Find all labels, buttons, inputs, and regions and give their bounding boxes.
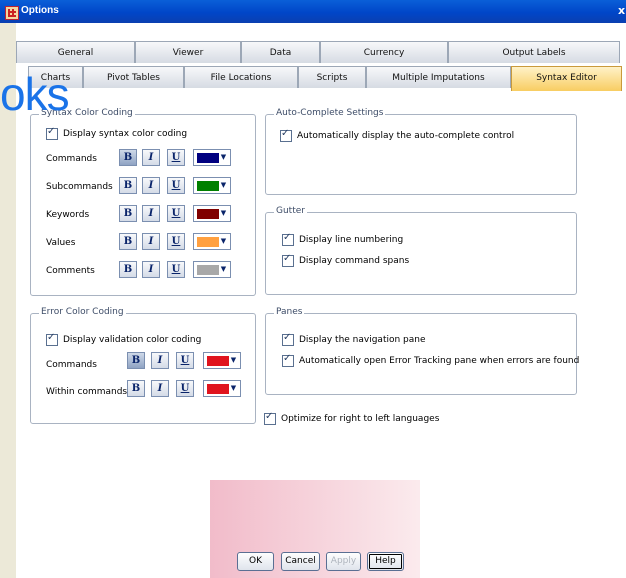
- app-icon: [5, 6, 19, 20]
- comments-label: Comments: [46, 266, 95, 276]
- color-swatch: [197, 153, 219, 163]
- underline-button[interactable]: U: [176, 352, 194, 369]
- underline-button[interactable]: U: [176, 380, 194, 397]
- checkbox-icon[interactable]: [46, 126, 58, 140]
- title-bar: Options x: [0, 0, 626, 23]
- subcommands-color-picker[interactable]: ▼: [193, 177, 231, 194]
- italic-button[interactable]: I: [142, 261, 160, 278]
- chevron-down-icon: ▼: [220, 265, 227, 273]
- help-button[interactable]: Help: [367, 552, 404, 571]
- tab-scripts[interactable]: Scripts: [298, 66, 366, 88]
- checkbox-icon[interactable]: [280, 128, 292, 142]
- color-swatch: [197, 209, 219, 219]
- bold-button[interactable]: B: [127, 380, 145, 397]
- checkbox-label: Display syntax color coding: [63, 129, 188, 139]
- italic-button[interactable]: I: [142, 177, 160, 194]
- group-title: Error Color Coding: [39, 307, 126, 317]
- italic-button[interactable]: I: [151, 380, 169, 397]
- auto-complete-checkbox[interactable]: Automatically display the auto-complete …: [280, 128, 515, 142]
- underline-button[interactable]: U: [167, 149, 185, 166]
- italic-button[interactable]: I: [151, 352, 169, 369]
- italic-button[interactable]: I: [142, 233, 160, 250]
- checkbox-label: Automatically display the auto-complete …: [297, 131, 515, 141]
- within-commands-label: Within commands: [46, 387, 128, 397]
- rtl-languages-checkbox[interactable]: Optimize for right to left languages: [264, 411, 440, 425]
- display-syntax-color-checkbox[interactable]: Display syntax color coding: [46, 126, 188, 140]
- checkbox-label: Automatically open Error Tracking pane w…: [299, 356, 580, 366]
- underline-button[interactable]: U: [167, 177, 185, 194]
- underline-button[interactable]: U: [167, 233, 185, 250]
- checkbox-icon[interactable]: [282, 332, 294, 346]
- checkbox-icon[interactable]: [46, 332, 58, 346]
- command-spans-checkbox[interactable]: Display command spans: [282, 253, 410, 267]
- group-title: Auto-Complete Settings: [274, 108, 386, 118]
- tab-multiple-imputations[interactable]: Multiple Imputations: [366, 66, 511, 88]
- commands-label: Commands: [46, 154, 97, 164]
- tab-viewer[interactable]: Viewer: [135, 41, 241, 63]
- checkbox-label: Display the navigation pane: [299, 335, 426, 345]
- values-color-picker[interactable]: ▼: [193, 233, 231, 250]
- group-title: Panes: [274, 307, 305, 317]
- bold-button[interactable]: B: [119, 233, 137, 250]
- checkbox-icon[interactable]: [282, 232, 294, 246]
- underline-button[interactable]: U: [167, 261, 185, 278]
- gutter-group: Gutter: [265, 206, 577, 295]
- chevron-down-icon: ▼: [230, 356, 237, 364]
- subcommands-label: Subcommands: [46, 182, 113, 192]
- watermark-overlay: oks: [0, 68, 70, 120]
- panes-group: Panes: [265, 307, 577, 395]
- window-title: Options: [21, 5, 59, 16]
- checkbox-label: Optimize for right to left languages: [281, 414, 440, 424]
- italic-button[interactable]: I: [142, 149, 160, 166]
- keywords-color-picker[interactable]: ▼: [193, 205, 231, 222]
- close-icon[interactable]: x: [618, 4, 625, 17]
- italic-button[interactable]: I: [142, 205, 160, 222]
- checkbox-label: Display command spans: [299, 256, 410, 266]
- commands-color-picker[interactable]: ▼: [193, 149, 231, 166]
- group-title: Gutter: [274, 206, 307, 216]
- error-commands-label: Commands: [46, 360, 97, 370]
- checkbox-label: Display line numbering: [299, 235, 404, 245]
- color-swatch: [207, 384, 229, 394]
- tab-general[interactable]: General: [16, 41, 135, 63]
- navigation-pane-checkbox[interactable]: Display the navigation pane: [282, 332, 426, 346]
- checkbox-icon[interactable]: [282, 253, 294, 267]
- ok-button[interactable]: OK: [237, 552, 274, 571]
- chevron-down-icon: ▼: [220, 181, 227, 189]
- line-numbering-checkbox[interactable]: Display line numbering: [282, 232, 404, 246]
- checkbox-label: Display validation color coding: [63, 335, 202, 345]
- underline-button[interactable]: U: [167, 205, 185, 222]
- chevron-down-icon: ▼: [220, 209, 227, 217]
- checkbox-icon[interactable]: [282, 353, 294, 367]
- tab-output-labels[interactable]: Output Labels: [448, 41, 620, 63]
- bold-button[interactable]: B: [119, 205, 137, 222]
- auto-complete-group: Auto-Complete Settings: [265, 108, 577, 195]
- tab-data[interactable]: Data: [241, 41, 320, 63]
- keywords-label: Keywords: [46, 210, 90, 220]
- error-commands-color-picker[interactable]: ▼: [203, 352, 241, 369]
- color-swatch: [197, 265, 219, 275]
- bold-button[interactable]: B: [119, 149, 137, 166]
- chevron-down-icon: ▼: [220, 237, 227, 245]
- within-commands-color-picker[interactable]: ▼: [203, 380, 241, 397]
- tab-syntax-editor[interactable]: Syntax Editor: [511, 66, 622, 91]
- tab-file-locations[interactable]: File Locations: [184, 66, 298, 88]
- apply-button[interactable]: Apply: [326, 552, 361, 571]
- error-tracking-pane-checkbox[interactable]: Automatically open Error Tracking pane w…: [282, 353, 580, 367]
- checkbox-icon[interactable]: [264, 411, 276, 425]
- color-swatch: [207, 356, 229, 366]
- display-validation-color-checkbox[interactable]: Display validation color coding: [46, 332, 202, 346]
- bold-button[interactable]: B: [119, 261, 137, 278]
- bold-button[interactable]: B: [119, 177, 137, 194]
- cancel-button[interactable]: Cancel: [281, 552, 320, 571]
- color-swatch: [197, 237, 219, 247]
- bold-button[interactable]: B: [127, 352, 145, 369]
- chevron-down-icon: ▼: [220, 153, 227, 161]
- tab-currency[interactable]: Currency: [320, 41, 448, 63]
- tab-pivot-tables[interactable]: Pivot Tables: [83, 66, 184, 88]
- color-swatch: [197, 181, 219, 191]
- comments-color-picker[interactable]: ▼: [193, 261, 231, 278]
- values-label: Values: [46, 238, 76, 248]
- chevron-down-icon: ▼: [230, 384, 237, 392]
